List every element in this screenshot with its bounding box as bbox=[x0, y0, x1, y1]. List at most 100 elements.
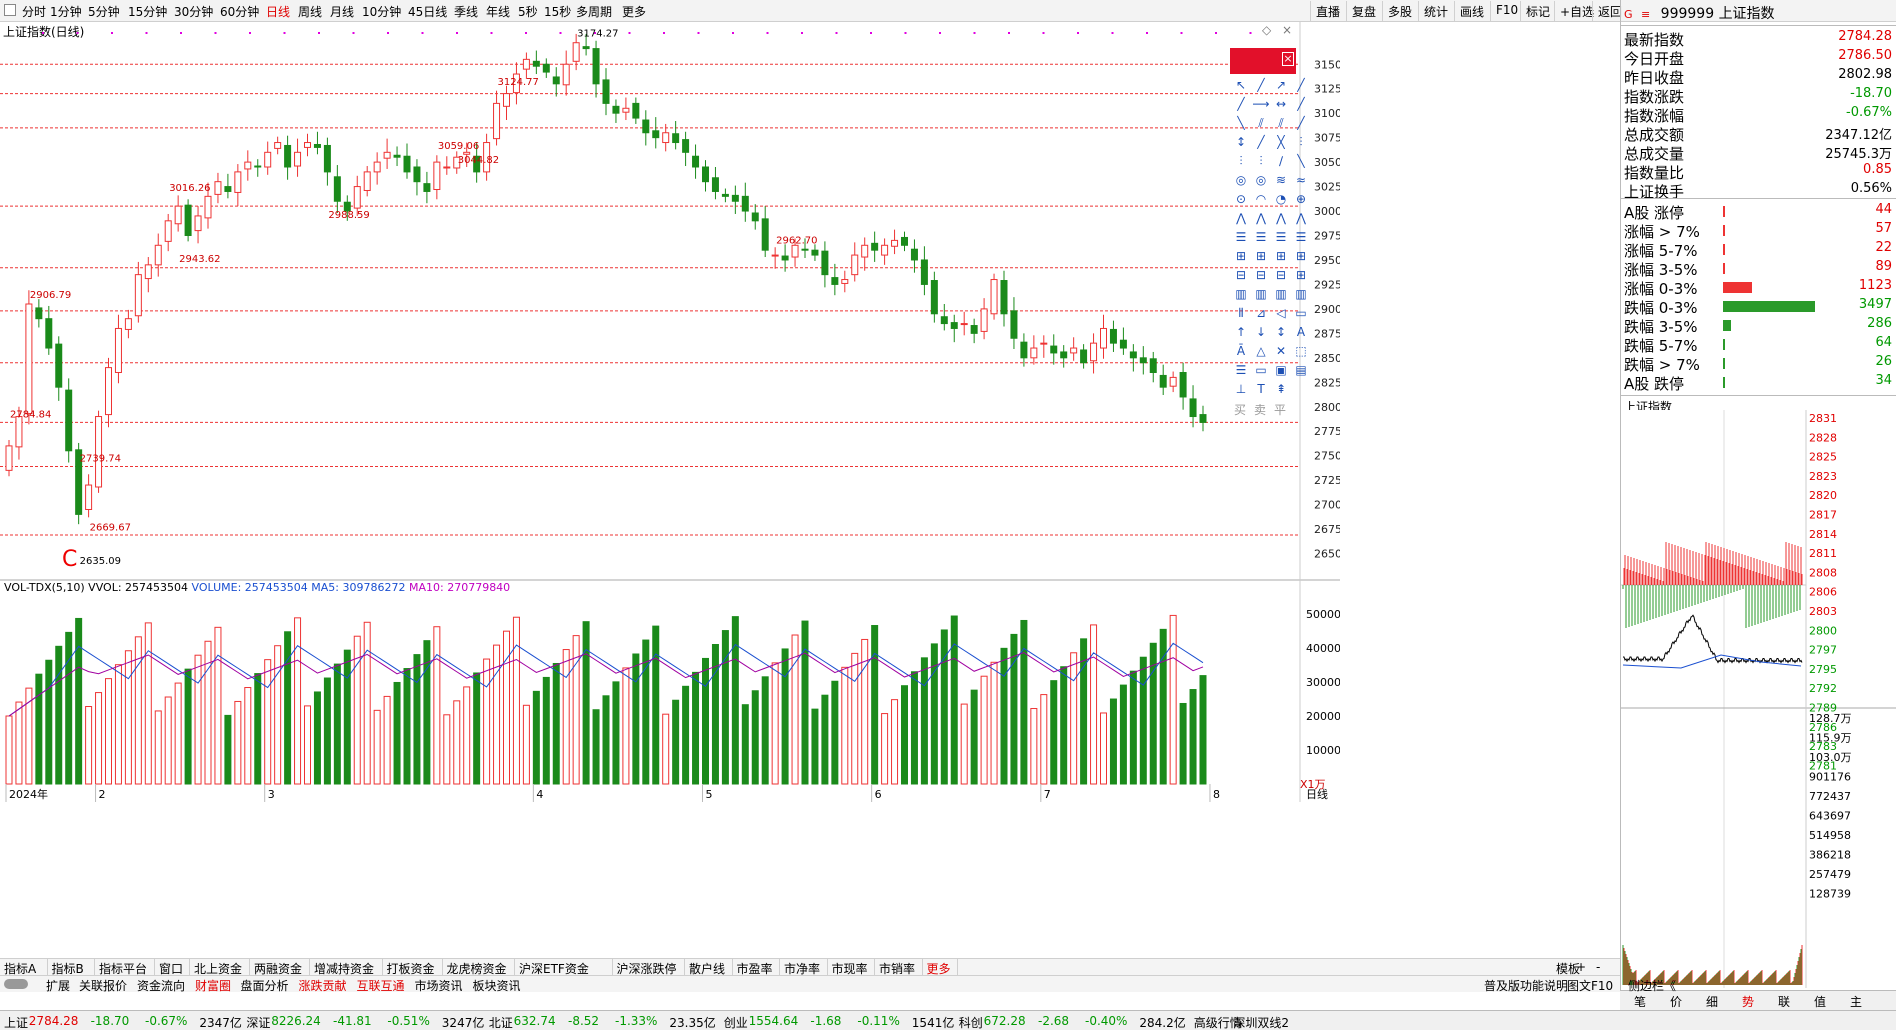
quote-tab-4[interactable]: 联 bbox=[1778, 993, 1790, 1010]
draw-tool-icon[interactable]: ↗ bbox=[1272, 78, 1290, 92]
draw-tool-icon[interactable]: ≈ bbox=[1292, 173, 1310, 187]
draw-tool-icon[interactable]: ╱ bbox=[1232, 97, 1250, 111]
draw-tool-icon[interactable]: A bbox=[1292, 325, 1310, 339]
draw-tool-icon[interactable]: ⋀ bbox=[1252, 211, 1270, 225]
draw-tool-icon[interactable]: ⊟ bbox=[1252, 268, 1270, 282]
template-button-1[interactable]: + bbox=[1576, 960, 1586, 974]
draw-tool-icon[interactable]: ▭ bbox=[1252, 363, 1270, 377]
draw-tool-icon[interactable]: ╱ bbox=[1292, 97, 1310, 111]
period-tab-5[interactable]: 60分钟 bbox=[220, 3, 259, 20]
template-button-2[interactable]: - bbox=[1596, 960, 1600, 974]
draw-tool-icon[interactable]: ▣ bbox=[1272, 363, 1290, 377]
draw-tool-icon[interactable]: ╲ bbox=[1232, 116, 1250, 130]
draw-tool-icon[interactable]: ▥ bbox=[1272, 287, 1290, 301]
ext-tab-8[interactable]: 板块资讯 bbox=[473, 977, 521, 994]
draw-tool-icon[interactable]: ⊟ bbox=[1232, 268, 1250, 282]
quote-tab-2[interactable]: 细 bbox=[1706, 993, 1718, 1010]
draw-tool-卖[interactable]: 卖 bbox=[1254, 401, 1266, 418]
draw-tool-icon[interactable]: ╱ bbox=[1252, 78, 1270, 92]
draw-tool-icon[interactable]: ╱ bbox=[1292, 78, 1310, 92]
draw-tool-买[interactable]: 买 bbox=[1234, 401, 1246, 418]
draw-tool-icon[interactable]: ⫽ bbox=[1252, 116, 1270, 131]
draw-tool-icon[interactable]: ⊞ bbox=[1272, 249, 1290, 263]
period-tab-9[interactable]: 10分钟 bbox=[362, 3, 401, 20]
period-tab-2[interactable]: 5分钟 bbox=[88, 3, 120, 20]
period-tab-1[interactable]: 1分钟 bbox=[50, 3, 82, 20]
draw-tool-icon[interactable]: ◔ bbox=[1272, 192, 1290, 206]
draw-tool-icon[interactable]: ☰ bbox=[1232, 230, 1250, 244]
toolbar-button-8[interactable]: 返回 bbox=[1592, 1, 1627, 21]
draw-tool-icon[interactable]: ↖ bbox=[1232, 78, 1250, 92]
draw-tool-icon[interactable]: ⋀ bbox=[1232, 211, 1250, 225]
draw-tool-icon[interactable]: ☰ bbox=[1232, 363, 1250, 377]
draw-tool-icon[interactable]: ✕ bbox=[1272, 344, 1290, 358]
toolbar-button-0[interactable]: 直播 bbox=[1310, 1, 1345, 21]
intraday-mini-chart[interactable]: 2831 2828 2825 2823 2820 2817 2814 2811 2808 2806… bbox=[1621, 410, 1896, 988]
draw-tool-平[interactable]: 平 bbox=[1274, 401, 1286, 418]
toolbar-button-2[interactable]: 多股 bbox=[1382, 1, 1417, 21]
draw-tool-icon[interactable]: ╱ bbox=[1252, 135, 1270, 149]
draw-tool-icon[interactable]: ⋀ bbox=[1292, 211, 1310, 225]
draw-tool-icon[interactable]: ⟶ bbox=[1252, 97, 1270, 111]
ext-tab-1[interactable]: 关联报价 bbox=[79, 977, 127, 994]
draw-tool-icon[interactable]: ⫴ bbox=[1232, 306, 1250, 321]
draw-tool-icon[interactable]: ⫶ bbox=[1292, 135, 1310, 150]
draw-tool-icon[interactable]: ⇞ bbox=[1272, 382, 1290, 396]
ext-tab-6[interactable]: 互联互通 bbox=[357, 977, 405, 994]
draw-tool-icon[interactable]: ╳ bbox=[1272, 135, 1290, 149]
draw-tool-icon[interactable]: ⊥ bbox=[1232, 382, 1250, 396]
draw-tool-icon[interactable]: ≋ bbox=[1272, 173, 1290, 187]
draw-tool-icon[interactable]: ☰ bbox=[1272, 230, 1290, 244]
quote-tab-1[interactable]: 价 bbox=[1670, 993, 1682, 1010]
draw-tool-icon[interactable]: ⊟ bbox=[1272, 268, 1290, 282]
draw-tool-icon[interactable]: ↑ bbox=[1232, 325, 1250, 339]
toolbar-button-5[interactable]: F10 bbox=[1490, 1, 1523, 21]
close-icon[interactable]: × bbox=[1282, 23, 1292, 37]
draw-tool-icon[interactable]: ⋀ bbox=[1272, 211, 1290, 225]
draw-tool-icon[interactable]: ⊿ bbox=[1252, 306, 1270, 320]
period-tab-13[interactable]: 5秒 bbox=[518, 3, 538, 20]
toolbar-button-6[interactable]: 标记 bbox=[1520, 1, 1555, 21]
period-tab-4[interactable]: 30分钟 bbox=[174, 3, 213, 20]
menu-lines-icon[interactable]: ≡ bbox=[1641, 8, 1650, 21]
draw-tool-icon[interactable]: ↕ bbox=[1272, 325, 1290, 339]
draw-tool-icon[interactable]: ⫶ bbox=[1232, 154, 1250, 169]
period-tab-7[interactable]: 周线 bbox=[298, 3, 322, 20]
period-tab-6[interactable]: 日线 bbox=[266, 3, 290, 20]
ext-right-2[interactable]: 侧边栏《 bbox=[1628, 977, 1676, 994]
ext-tab-7[interactable]: 市场资讯 bbox=[415, 977, 463, 994]
toolbar-button-3[interactable]: 统计 bbox=[1418, 1, 1453, 21]
draw-tool-icon[interactable]: ⊞ bbox=[1292, 268, 1310, 282]
draw-tool-icon[interactable]: ◎ bbox=[1252, 173, 1270, 187]
period-tab-11[interactable]: 季线 bbox=[454, 3, 478, 20]
draw-tool-icon[interactable]: ▭ bbox=[1292, 306, 1310, 320]
draw-tool-icon[interactable]: Ā bbox=[1232, 344, 1250, 358]
draw-tool-icon[interactable]: ╱ bbox=[1292, 116, 1310, 130]
period-tab-3[interactable]: 15分钟 bbox=[128, 3, 167, 20]
draw-tool-icon[interactable]: ▤ bbox=[1292, 363, 1310, 377]
quote-tab-5[interactable]: 值 bbox=[1814, 993, 1826, 1010]
ext-right-1[interactable]: 图文F10 bbox=[1567, 977, 1613, 994]
banner-close-icon[interactable]: × bbox=[1282, 52, 1294, 66]
menu-icon[interactable] bbox=[4, 4, 16, 16]
ext-tab-0[interactable]: 扩展 bbox=[46, 977, 70, 994]
draw-tool-icon[interactable]: ↔ bbox=[1272, 97, 1290, 111]
draw-tool-icon[interactable]: ☰ bbox=[1252, 230, 1270, 244]
draw-tool-icon[interactable]: ⬚ bbox=[1292, 344, 1310, 358]
draw-tool-icon[interactable]: ⫶ bbox=[1252, 154, 1270, 169]
draw-tool-icon[interactable]: ╲ bbox=[1292, 154, 1310, 168]
ext-tab-5[interactable]: 涨跌贡献 bbox=[299, 977, 347, 994]
quote-tab-0[interactable]: 笔 bbox=[1634, 993, 1646, 1010]
ext-right-0[interactable]: 普及版功能说明 bbox=[1484, 977, 1568, 994]
period-tab-10[interactable]: 45日线 bbox=[408, 3, 447, 20]
draw-tool-icon[interactable]: ⊞ bbox=[1252, 249, 1270, 263]
draw-tool-icon[interactable]: ☰ bbox=[1292, 230, 1310, 244]
draw-tool-icon[interactable]: ◁ bbox=[1272, 306, 1290, 320]
draw-tool-icon[interactable]: ⫽ bbox=[1272, 116, 1290, 131]
draw-tool-icon[interactable]: ▥ bbox=[1252, 287, 1270, 301]
ad-banner[interactable]: × bbox=[1230, 48, 1296, 74]
diamond-icon[interactable]: ◇ bbox=[1262, 23, 1271, 37]
period-tab-15[interactable]: 多周期 bbox=[576, 3, 612, 20]
ext-tab-4[interactable]: 盘面分析 bbox=[241, 977, 289, 994]
draw-tool-icon[interactable]: ∕ bbox=[1272, 154, 1290, 168]
